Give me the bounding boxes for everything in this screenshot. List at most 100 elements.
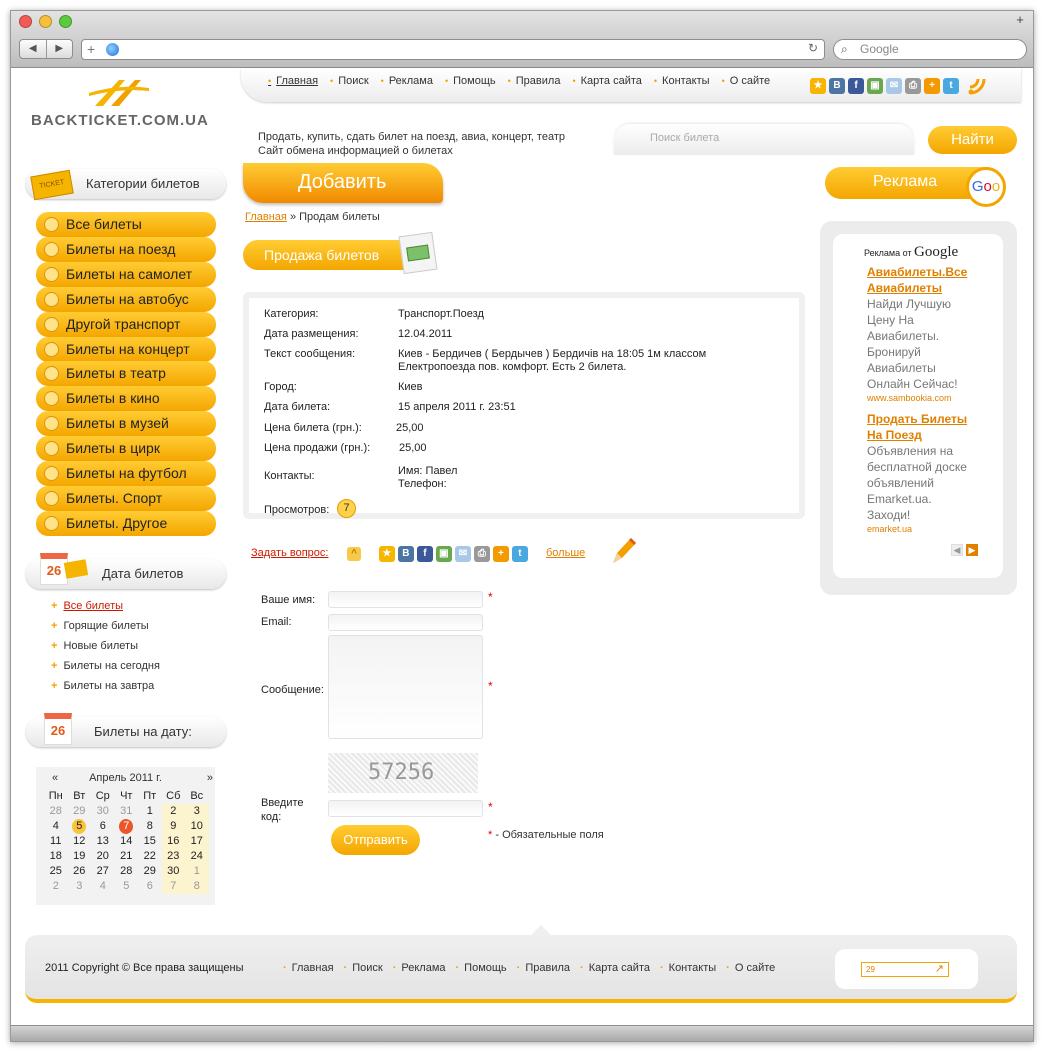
footer-nav-item[interactable]: Поиск (344, 962, 383, 974)
calendar-day[interactable]: 8 (138, 819, 162, 834)
calendar-day[interactable]: 7 (161, 879, 185, 894)
calendar-day[interactable]: 2 (44, 879, 68, 894)
calendar-day[interactable]: 3 (185, 804, 209, 819)
ad-2-title[interactable]: Продать Билеты На Поезд (867, 411, 967, 443)
photo-icon[interactable]: ▣ (435, 545, 452, 562)
calendar-day[interactable]: 11 (44, 834, 68, 849)
ask-question-link[interactable]: Задать вопрос: (251, 547, 328, 559)
close-window-button[interactable] (19, 15, 32, 28)
date-link-all[interactable]: Все билеты (51, 596, 160, 616)
ad-2-url[interactable]: emarket.ua (867, 523, 967, 535)
category-item[interactable]: Билеты в музей (36, 411, 216, 437)
calendar-day[interactable]: 21 (115, 849, 139, 864)
footer-nav-item[interactable]: Контакты (660, 962, 716, 974)
category-item[interactable]: Билеты в театр (36, 361, 216, 387)
calendar-day[interactable]: 6 (91, 819, 115, 834)
ads-prev-icon[interactable]: ◀ (951, 544, 963, 556)
calendar-day[interactable]: 15 (138, 834, 162, 849)
print-icon[interactable]: ⎙ (905, 78, 921, 94)
category-item[interactable]: Другой транспорт (36, 311, 216, 337)
top-nav-item[interactable]: Главная (268, 75, 318, 87)
calendar-day[interactable]: 5 (72, 819, 87, 834)
calendar-next-button[interactable]: » (207, 767, 213, 789)
category-item[interactable]: Билеты на автобус (36, 286, 216, 312)
name-input[interactable] (328, 591, 483, 608)
email-input[interactable] (328, 614, 483, 631)
browser-search-field[interactable]: ⌕ Google (833, 39, 1027, 60)
calendar-day[interactable]: 5 (115, 879, 139, 894)
footer-nav-item[interactable]: Помощь (456, 962, 507, 974)
captcha-input[interactable] (328, 800, 483, 817)
category-item[interactable]: Билеты на самолет (36, 261, 216, 287)
twitter-icon[interactable]: t (511, 545, 528, 562)
top-nav-item[interactable]: Правила (508, 75, 561, 87)
calendar-day[interactable]: 17 (185, 834, 209, 849)
address-bar[interactable]: + ↻ (81, 39, 825, 60)
top-nav-item[interactable]: Контакты (654, 75, 710, 87)
calendar-day[interactable]: 19 (68, 849, 92, 864)
logo-text[interactable]: BACKTICKET.COM.UA (31, 112, 209, 129)
category-item[interactable]: Билеты на концерт (36, 336, 216, 362)
add-bookmark-icon[interactable]: + (87, 41, 95, 58)
back-button[interactable]: ◀ (20, 40, 47, 58)
footer-nav-item[interactable]: Главная (283, 962, 334, 974)
calendar-day[interactable]: 29 (68, 804, 92, 819)
date-link-today[interactable]: Билеты на сегодня (51, 656, 160, 676)
calendar-day[interactable]: 13 (91, 834, 115, 849)
calendar-day[interactable]: 1 (185, 864, 209, 879)
calendar-day[interactable]: 30 (91, 804, 115, 819)
calendar-day[interactable]: 29 (138, 864, 162, 879)
new-tab-icon[interactable]: + (1013, 13, 1027, 27)
zoom-window-button[interactable] (59, 15, 72, 28)
category-item[interactable]: Билеты на поезд (36, 236, 216, 262)
category-item[interactable]: Билеты в цирк (36, 436, 216, 462)
mail-icon[interactable]: ✉ (886, 78, 902, 94)
calendar-prev-button[interactable]: « (52, 767, 58, 789)
facebook-icon[interactable]: f (416, 545, 433, 562)
message-textarea[interactable] (328, 635, 483, 739)
category-item[interactable]: Билеты на футбол (36, 461, 216, 486)
calendar-day[interactable]: 9 (161, 819, 185, 834)
ad-1-url[interactable]: www.sambookia.com (867, 392, 967, 404)
calendar-day[interactable]: 1 (138, 804, 162, 819)
date-link-new[interactable]: Новые билеты (51, 636, 160, 656)
calendar-day[interactable]: 3 (68, 879, 92, 894)
calendar-day[interactable]: 14 (115, 834, 139, 849)
print-icon[interactable]: ⎙ (473, 545, 490, 562)
calendar-day[interactable]: 2 (161, 804, 185, 819)
calendar-day[interactable]: 30 (161, 864, 185, 879)
calendar-day[interactable]: 31 (115, 804, 139, 819)
more-share-link[interactable]: больше (546, 547, 585, 559)
top-nav-item[interactable]: Помощь (445, 75, 496, 87)
site-search-input[interactable]: Поиск билета (614, 124, 914, 155)
forward-button[interactable]: ▶ (47, 40, 73, 58)
star-icon[interactable]: ★ (378, 545, 395, 562)
top-nav-item[interactable]: Реклама (381, 75, 433, 87)
date-link-hot[interactable]: Горящие билеты (51, 616, 160, 636)
category-item[interactable]: Все билеты (36, 212, 216, 237)
minimize-window-button[interactable] (39, 15, 52, 28)
date-link-tomorrow[interactable]: Билеты на завтра (51, 676, 160, 696)
footer-nav-item[interactable]: Карта сайта (580, 962, 650, 974)
footer-nav-item[interactable]: Правила (517, 962, 570, 974)
top-nav-item[interactable]: Поиск (330, 75, 369, 87)
counter-widget[interactable]: 29 ↗ (861, 962, 949, 977)
calendar-day[interactable]: 23 (161, 849, 185, 864)
site-search-button[interactable]: Найти (928, 126, 1017, 154)
collapse-icon[interactable]: ^ (347, 546, 361, 561)
category-item[interactable]: Билеты. Другое (36, 510, 216, 536)
star-icon[interactable]: ★ (810, 78, 826, 94)
breadcrumb-home[interactable]: Главная (245, 211, 287, 223)
calendar-day[interactable]: 22 (138, 849, 162, 864)
calendar-day[interactable]: 28 (44, 804, 68, 819)
facebook-icon[interactable]: f (848, 78, 864, 94)
calendar-day[interactable]: 18 (44, 849, 68, 864)
calendar-day[interactable]: 6 (138, 879, 162, 894)
plus-icon[interactable]: + (492, 545, 509, 562)
calendar-day[interactable]: 25 (44, 864, 68, 879)
calendar-day[interactable]: 8 (185, 879, 209, 894)
submit-button[interactable]: Отправить (331, 825, 420, 855)
category-item[interactable]: Билеты в кино (36, 386, 216, 412)
photo-icon[interactable]: ▣ (867, 78, 883, 94)
twitter-icon[interactable]: t (943, 78, 959, 94)
